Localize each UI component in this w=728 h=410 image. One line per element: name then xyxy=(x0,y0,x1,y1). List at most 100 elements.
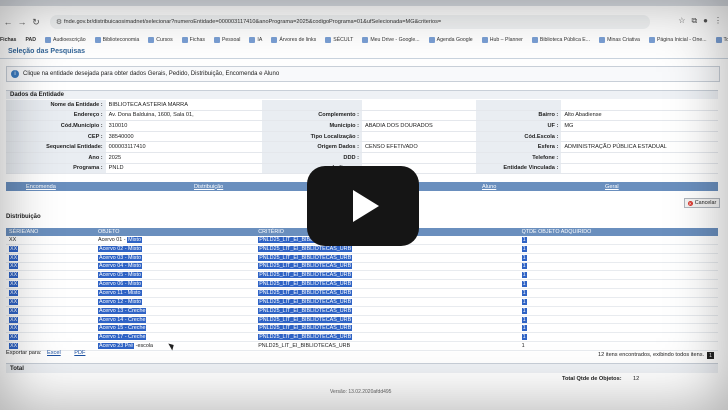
cell-text: Acervo 15 - Creche xyxy=(98,325,147,332)
bookmark-item[interactable]: Hub – Planner xyxy=(481,37,523,43)
bookmark-item[interactable]: Todos os favoritos xyxy=(715,37,728,43)
table-cell: 1 xyxy=(518,297,718,307)
bookmark-label: Cursos xyxy=(156,37,173,43)
cell-text: Acervo 13 - Creche xyxy=(98,307,147,314)
menu-icon[interactable]: ⋮ xyxy=(714,16,722,26)
bookmark-item[interactable]: Árvores de links xyxy=(271,37,316,43)
table-cell: PNLD25_LIT_EI_BIBLIOTECAS_URB xyxy=(255,262,519,272)
cell-text: XX xyxy=(9,343,19,350)
star-icon[interactable]: ☆ xyxy=(678,16,685,26)
table-row[interactable]: XX Acervo 03 - Misto PNLD25_LIT_EI_BIBLIOT… xyxy=(6,253,718,263)
bookmark-item[interactable]: Fichas xyxy=(0,37,16,43)
field-label: Cód.Escola : xyxy=(475,131,562,143)
reload-icon[interactable]: ↻ xyxy=(30,16,42,28)
bookmark-item[interactable]: Página Inicial - One... xyxy=(648,37,707,43)
cell-text: Misto xyxy=(127,236,142,243)
field-label: UF : xyxy=(475,120,562,132)
table-cell: Acervo 23 Pré -escola xyxy=(95,341,256,351)
field-label: Origem Dados : xyxy=(262,141,362,153)
cell-text: 1 xyxy=(521,334,527,341)
bookmark-label: PAD xyxy=(25,37,37,43)
tab-aluno[interactable]: Aluno xyxy=(482,184,496,190)
bookmark-item[interactable]: IA xyxy=(249,37,262,43)
cell-text: Acervo 12 - Misto xyxy=(98,298,142,305)
cell-text: PNLD25_LIT_EI_BIBLIOTECAS_URB xyxy=(258,289,353,296)
tab-encomenda[interactable]: Encomenda xyxy=(26,184,56,190)
cell-text: 1 xyxy=(521,263,527,270)
cell-text: PNLD25_LIT_EI_BIBLIOTECAS_URB xyxy=(258,272,353,279)
bookmark-item[interactable]: Biblioteconomia xyxy=(94,37,139,43)
bookmark-item[interactable]: Audioescrição xyxy=(45,37,86,43)
cell-text: Acervo 23 Pré xyxy=(98,343,135,350)
cell-text: Acervo 01 - xyxy=(98,236,126,243)
table-row[interactable]: XX Acervo 12 - Misto PNLD25_LIT_EI_BIBLIOT… xyxy=(6,297,718,307)
bookmark-label: IA xyxy=(257,37,263,43)
table-cell: PNLD25_LIT_EI_BIBLIOTECAS_URB xyxy=(255,270,519,281)
table-cell: 1 xyxy=(518,270,718,281)
table-row[interactable]: XX Acervo 15 - Creche PNLD25_LIT_EI_BIBLIO… xyxy=(6,323,718,334)
bookmark-label: Minas Criativa xyxy=(607,37,640,43)
table-cell: PNLD25_LIT_EI_BIBLIOTECAS_URB xyxy=(255,253,519,263)
bookmark-item[interactable]: Minas Criativa xyxy=(599,37,640,43)
tab-strip xyxy=(0,0,728,6)
tab-geral[interactable]: Geral xyxy=(605,184,619,190)
site-info-icon[interactable]: ⚙ xyxy=(54,18,64,26)
bookmark-icon xyxy=(213,37,220,43)
table-cell: PNLD25_LIT_EI_BIBLIOTECAS_URB xyxy=(255,332,519,343)
table-cell: 1 xyxy=(518,306,718,316)
back-icon[interactable]: ← xyxy=(2,16,14,28)
bookmark-item[interactable]: PAD xyxy=(25,37,36,43)
table-row[interactable]: XX Acervo 06 - Misto PNLD25_LIT_EI_BIBLIOT… xyxy=(6,279,718,290)
bookmark-item[interactable]: SÉCULT xyxy=(325,37,353,43)
cell-text: XX xyxy=(9,298,19,305)
bookmark-item[interactable]: Agenda Google xyxy=(428,37,473,43)
field-label: Ano : xyxy=(6,152,106,164)
export-excel-link[interactable]: Excel xyxy=(47,350,61,356)
table-cell: Acervo 05 - Misto xyxy=(95,270,256,281)
table-row[interactable]: XX Acervo 14 - Creche PNLD25_LIT_EI_BIBLIO… xyxy=(6,315,718,325)
table-row[interactable]: XX Acervo 13 - Creche PNLD25_LIT_EI_BIBLIO… xyxy=(6,306,718,316)
profile-icon[interactable]: ● xyxy=(703,16,708,26)
cancel-button[interactable]: ✕ Cancelar xyxy=(684,198,720,208)
page-number[interactable]: 1 xyxy=(707,352,714,359)
table-cell: Acervo 01 - Misto xyxy=(95,236,256,245)
export-pdf-link[interactable]: PDF xyxy=(74,350,85,356)
bookmark-item[interactable]: Fichas xyxy=(181,37,205,43)
field-label: Bairro : xyxy=(475,110,562,122)
table-row[interactable]: XX Acervo 23 Pré -escola PNLD25_LIT_EI_BIB… xyxy=(6,341,718,351)
table-row[interactable]: XX Acervo 17 - Creche PNLD25_LIT_EI_BIBLIO… xyxy=(6,332,718,343)
table-row[interactable]: XX Acervo 05 - Misto PNLD25_LIT_EI_BIBLIOT… xyxy=(6,270,718,281)
cell-text: XX xyxy=(9,254,19,261)
entity-grid: Nome da Entidade : BIBLIOTECA ASTERIA MAR… xyxy=(6,100,718,175)
table-row[interactable]: XX Acervo 04 - Misto PNLD25_LIT_EI_BIBLIOT… xyxy=(6,262,718,272)
export-bar: Exportar para: Excel PDF xyxy=(6,350,85,356)
extensions-icon[interactable]: ⧉ xyxy=(691,16,697,26)
table-cell: PNLD25_LIT_EI_BIBLIOTECAS_URB xyxy=(255,279,519,290)
tab-distribuicao[interactable]: Distribuição xyxy=(194,184,223,190)
table-row[interactable]: XX Acervo 11 - Misto PNLD25_LIT_EI_BIBLIOT… xyxy=(6,288,718,298)
version-text: Versão: 13.02.2020afdd495 xyxy=(330,389,392,395)
cell-text: 1 xyxy=(521,281,527,288)
field-value: 38540000 xyxy=(105,131,263,143)
forward-icon[interactable]: → xyxy=(16,16,28,28)
bookmark-item[interactable]: Pessoal xyxy=(213,37,240,43)
url-text: fnde.gov.br/distribuicaosimadnet/selecio… xyxy=(64,19,442,25)
bookmark-icon xyxy=(45,37,52,43)
bookmark-icon xyxy=(148,37,155,43)
cell-text: XX xyxy=(9,307,19,314)
bookmark-item[interactable]: Meu Drive - Google... xyxy=(362,37,420,43)
field-value: Av. Dona Balduina, 1600, Sala 01, xyxy=(105,110,263,122)
cell-text: Acervo 04 - Misto xyxy=(98,263,142,270)
bookmark-icon xyxy=(362,37,369,43)
field-value: Alto Abadiense xyxy=(561,110,718,122)
cell-text: Acervo 17 - Creche xyxy=(98,334,147,341)
table-cell: XX xyxy=(6,236,95,245)
bookmark-label: Hub – Planner xyxy=(489,37,523,43)
cell-text: PNLD25_LIT_EI_BIBLIOTECAS_URB xyxy=(258,263,353,270)
bookmark-item[interactable]: Cursos xyxy=(148,37,173,43)
address-bar[interactable]: ⚙ fnde.gov.br/distribuicaosimadnet/selec… xyxy=(50,15,650,29)
table-cell: Acervo 02 - Misto xyxy=(95,244,256,254)
bookmark-item[interactable]: Biblioteca Pública E... xyxy=(531,37,590,43)
play-button[interactable] xyxy=(307,166,419,246)
bookmark-icon xyxy=(531,37,538,43)
